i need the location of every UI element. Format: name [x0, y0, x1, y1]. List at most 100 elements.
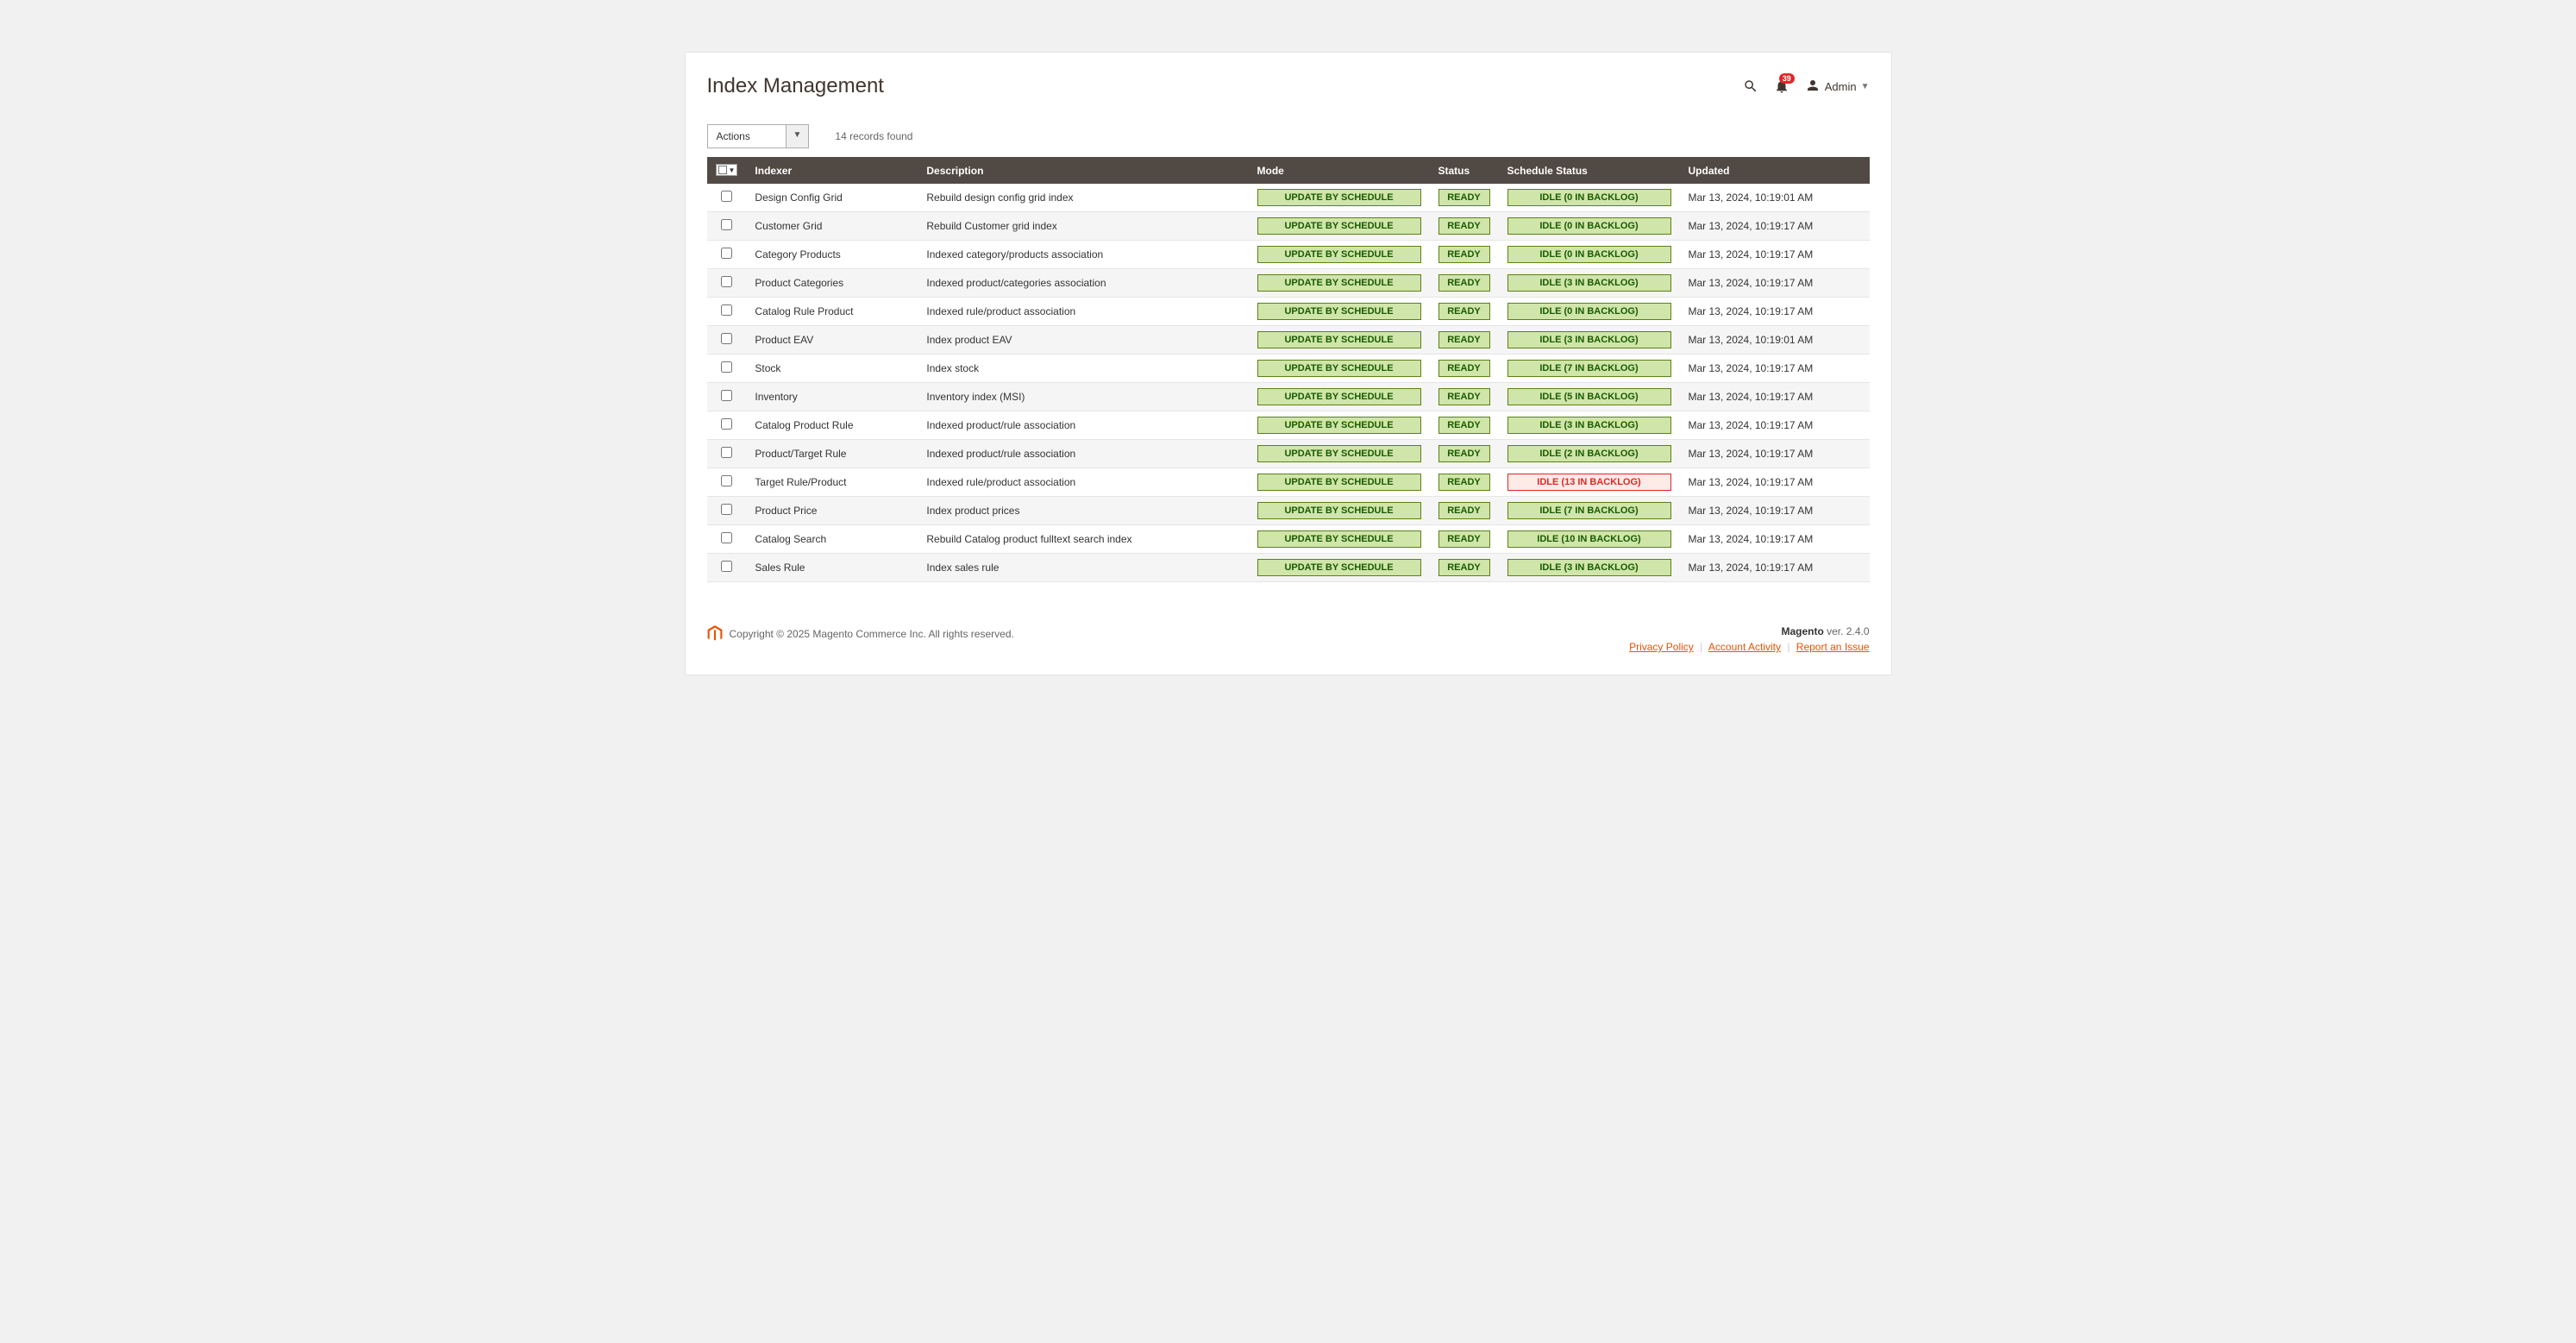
cell-updated: Mar 13, 2024, 10:19:17 AM [1680, 468, 1870, 497]
report-issue-link[interactable]: Report an Issue [1796, 641, 1870, 653]
notification-badge: 39 [1779, 73, 1795, 84]
status-badge: READY [1438, 445, 1490, 462]
table-row: Category ProductsIndexed category/produc… [707, 241, 1870, 269]
cell-indexer: Inventory [746, 383, 918, 411]
schedule-badge: IDLE (5 IN BACKLOG) [1507, 388, 1671, 405]
search-icon[interactable] [1743, 78, 1758, 94]
cell-indexer: Product EAV [746, 326, 918, 355]
mode-badge: UPDATE BY SCHEDULE [1257, 474, 1421, 491]
cell-updated: Mar 13, 2024, 10:19:17 AM [1680, 411, 1870, 440]
mode-badge: UPDATE BY SCHEDULE [1257, 445, 1421, 462]
row-checkbox[interactable] [721, 390, 732, 401]
cell-updated: Mar 13, 2024, 10:19:01 AM [1680, 184, 1870, 212]
schedule-badge: IDLE (3 IN BACKLOG) [1507, 417, 1671, 434]
cell-indexer: Sales Rule [746, 554, 918, 582]
row-checkbox[interactable] [721, 191, 732, 202]
mode-badge: UPDATE BY SCHEDULE [1257, 530, 1421, 548]
magento-logo-icon [707, 625, 723, 643]
col-status: Status [1430, 157, 1499, 184]
status-badge: READY [1438, 246, 1490, 263]
cell-description: Rebuild Catalog product fulltext search … [918, 525, 1248, 554]
status-badge: READY [1438, 530, 1490, 548]
cell-indexer: Catalog Product Rule [746, 411, 918, 440]
cell-updated: Mar 13, 2024, 10:19:17 AM [1680, 440, 1870, 468]
cell-description: Indexed category/products association [918, 241, 1248, 269]
row-checkbox[interactable] [721, 475, 732, 486]
cell-updated: Mar 13, 2024, 10:19:17 AM [1680, 383, 1870, 411]
chevron-down-icon: ▼ [1861, 82, 1870, 91]
row-checkbox[interactable] [721, 504, 732, 515]
schedule-badge: IDLE (2 IN BACKLOG) [1507, 445, 1671, 462]
row-checkbox[interactable] [721, 447, 732, 458]
status-badge: READY [1438, 217, 1490, 235]
cell-updated: Mar 13, 2024, 10:19:17 AM [1680, 269, 1870, 298]
row-checkbox[interactable] [721, 333, 732, 344]
mode-badge: UPDATE BY SCHEDULE [1257, 331, 1421, 348]
mode-badge: UPDATE BY SCHEDULE [1257, 217, 1421, 235]
account-activity-link[interactable]: Account Activity [1708, 641, 1781, 653]
col-description: Description [918, 157, 1248, 184]
chevron-down-icon: ▼ [786, 125, 809, 147]
mode-badge: UPDATE BY SCHEDULE [1257, 246, 1421, 263]
privacy-policy-link[interactable]: Privacy Policy [1629, 641, 1694, 653]
row-checkbox[interactable] [721, 361, 732, 373]
mode-badge: UPDATE BY SCHEDULE [1257, 274, 1421, 292]
cell-description: Rebuild design config grid index [918, 184, 1248, 212]
status-badge: READY [1438, 360, 1490, 377]
table-row: Catalog SearchRebuild Catalog product fu… [707, 525, 1870, 554]
schedule-badge: IDLE (3 IN BACKLOG) [1507, 559, 1671, 576]
row-checkbox[interactable] [721, 561, 732, 572]
row-checkbox[interactable] [721, 276, 732, 287]
cell-indexer: Design Config Grid [746, 184, 918, 212]
cell-description: Rebuild Customer grid index [918, 212, 1248, 241]
status-badge: READY [1438, 303, 1490, 320]
cell-indexer: Target Rule/Product [746, 468, 918, 497]
cell-indexer: Customer Grid [746, 212, 918, 241]
cell-updated: Mar 13, 2024, 10:19:17 AM [1680, 298, 1870, 326]
cell-updated: Mar 13, 2024, 10:19:17 AM [1680, 525, 1870, 554]
admin-user-menu[interactable]: Admin ▼ [1805, 78, 1870, 96]
table-row: Product CategoriesIndexed product/catego… [707, 269, 1870, 298]
row-checkbox[interactable] [721, 532, 732, 543]
cell-description: Index sales rule [918, 554, 1248, 582]
actions-dropdown-label: Actions [708, 125, 786, 147]
col-mode: Mode [1249, 157, 1430, 184]
row-checkbox[interactable] [721, 418, 732, 430]
col-schedule-status: Schedule Status [1499, 157, 1680, 184]
row-checkbox[interactable] [721, 248, 732, 259]
mode-badge: UPDATE BY SCHEDULE [1257, 559, 1421, 576]
footer-copyright: Copyright © 2025 Magento Commerce Inc. A… [730, 628, 1014, 640]
status-badge: READY [1438, 388, 1490, 405]
cell-updated: Mar 13, 2024, 10:19:17 AM [1680, 497, 1870, 525]
cell-indexer: Catalog Rule Product [746, 298, 918, 326]
table-row: StockIndex stockUPDATE BY SCHEDULEREADYI… [707, 355, 1870, 383]
row-checkbox[interactable] [721, 304, 732, 316]
schedule-badge: IDLE (0 IN BACKLOG) [1507, 189, 1671, 206]
records-count: 14 records found [835, 130, 912, 142]
notification-icon[interactable]: 39 [1774, 78, 1789, 94]
table-row: Product PriceIndex product pricesUPDATE … [707, 497, 1870, 525]
table-row: Catalog Rule ProductIndexed rule/product… [707, 298, 1870, 326]
schedule-badge: IDLE (7 IN BACKLOG) [1507, 360, 1671, 377]
cell-description: Index stock [918, 355, 1248, 383]
cell-description: Index product EAV [918, 326, 1248, 355]
status-badge: READY [1438, 274, 1490, 292]
cell-description: Indexed product/categories association [918, 269, 1248, 298]
table-row: Product/Target RuleIndexed product/rule … [707, 440, 1870, 468]
cell-indexer: Stock [746, 355, 918, 383]
row-checkbox[interactable] [721, 219, 732, 230]
status-badge: READY [1438, 502, 1490, 519]
table-row: InventoryInventory index (MSI) UPDATE BY … [707, 383, 1870, 411]
actions-dropdown[interactable]: Actions ▼ [707, 124, 810, 148]
col-updated: Updated [1680, 157, 1870, 184]
schedule-badge: IDLE (0 IN BACKLOG) [1507, 217, 1671, 235]
status-badge: READY [1438, 474, 1490, 491]
cell-updated: Mar 13, 2024, 10:19:17 AM [1680, 241, 1870, 269]
table-row: Catalog Product RuleIndexed product/rule… [707, 411, 1870, 440]
select-all-header[interactable]: ▼ [707, 157, 747, 184]
cell-description: Inventory index (MSI) [918, 383, 1248, 411]
cell-indexer: Product Categories [746, 269, 918, 298]
mode-badge: UPDATE BY SCHEDULE [1257, 388, 1421, 405]
select-all-checkbox[interactable]: ▼ [716, 164, 738, 176]
cell-description: Indexed rule/product association [918, 298, 1248, 326]
